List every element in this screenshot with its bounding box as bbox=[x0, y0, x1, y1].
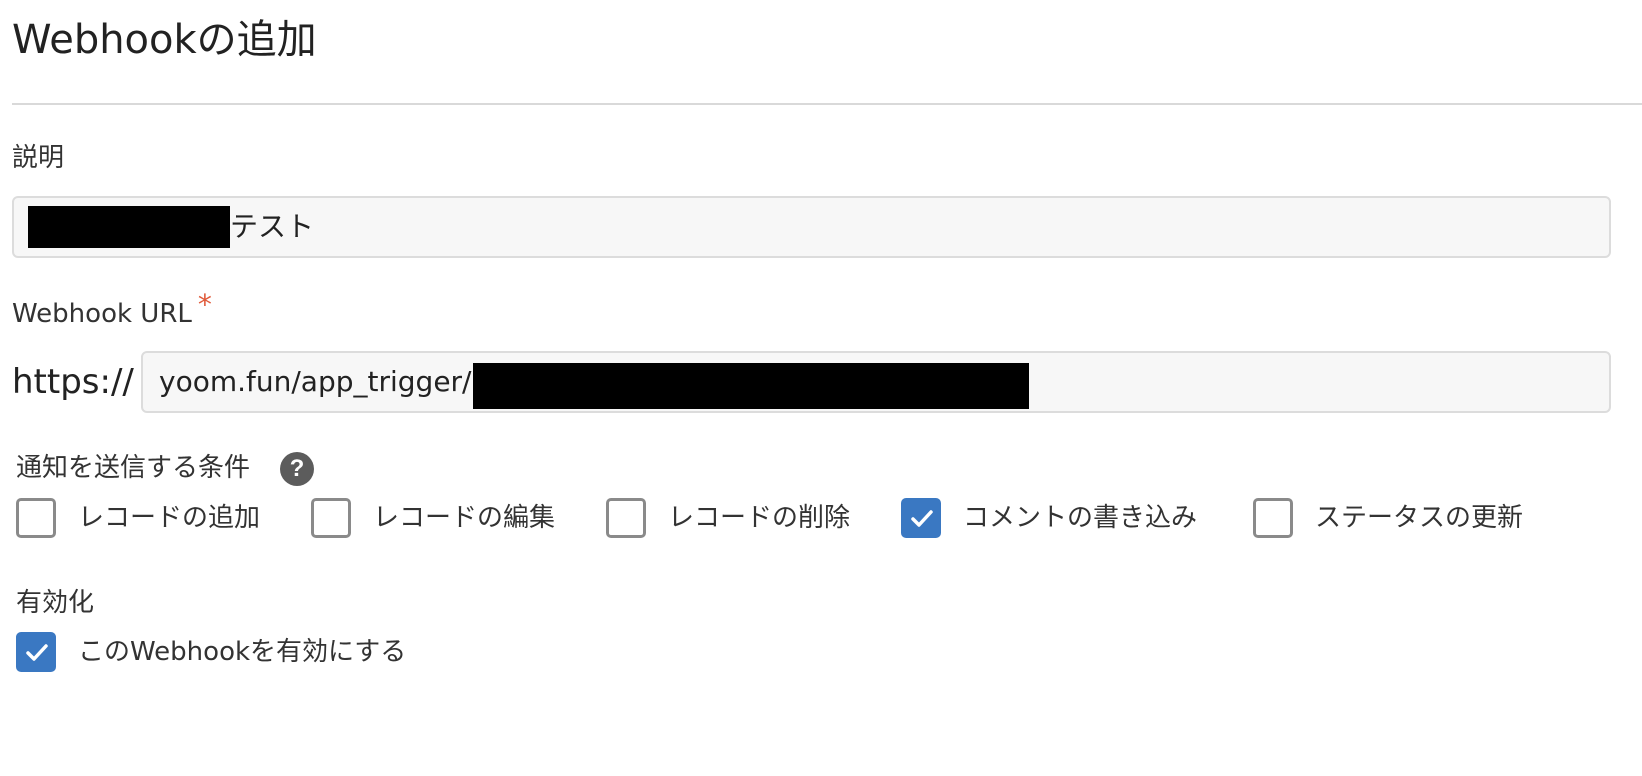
title-divider bbox=[12, 103, 1642, 105]
webhook-url-input[interactable]: yoom.fun/app_trigger/ bbox=[141, 351, 1611, 413]
checkmark-icon bbox=[26, 644, 48, 661]
checkbox-label: このWebhookを有効にする bbox=[78, 637, 407, 667]
checkbox-label: レコードの編集 bbox=[373, 503, 556, 533]
checkbox-box[interactable] bbox=[16, 632, 56, 672]
webhook-url-label-text: Webhook URL bbox=[12, 299, 192, 329]
page-title: Webhookの追加 bbox=[12, 17, 317, 63]
required-mark: * bbox=[197, 288, 212, 321]
checkbox-label: ステータスの更新 bbox=[1315, 503, 1524, 533]
checkbox-label: レコードの追加 bbox=[78, 503, 261, 533]
enable-label: 有効化 bbox=[16, 588, 95, 618]
redacted-block bbox=[28, 206, 230, 248]
url-prefix: https:// bbox=[12, 362, 134, 402]
checkbox-label: コメントの書き込み bbox=[963, 503, 1198, 533]
question-circle-icon[interactable]: ? bbox=[280, 452, 314, 486]
webhook-url-input-value: yoom.fun/app_trigger/ bbox=[159, 365, 472, 398]
description-label: 説明 bbox=[12, 143, 65, 173]
checkbox-box[interactable] bbox=[1253, 498, 1293, 538]
checkbox-box[interactable] bbox=[606, 498, 646, 538]
checkmark-icon bbox=[911, 510, 933, 527]
redacted-block bbox=[473, 363, 1029, 409]
conditions-label: 通知を送信する条件 bbox=[16, 453, 251, 483]
checkbox-box[interactable] bbox=[311, 498, 351, 538]
description-input-value: テスト bbox=[230, 210, 315, 243]
checkbox-label: レコードの削除 bbox=[668, 503, 851, 533]
description-input[interactable]: テスト bbox=[12, 196, 1611, 258]
checkbox-box[interactable] bbox=[16, 498, 56, 538]
webhook-url-label: Webhook URL * bbox=[12, 288, 212, 331]
checkbox-box[interactable] bbox=[901, 498, 941, 538]
